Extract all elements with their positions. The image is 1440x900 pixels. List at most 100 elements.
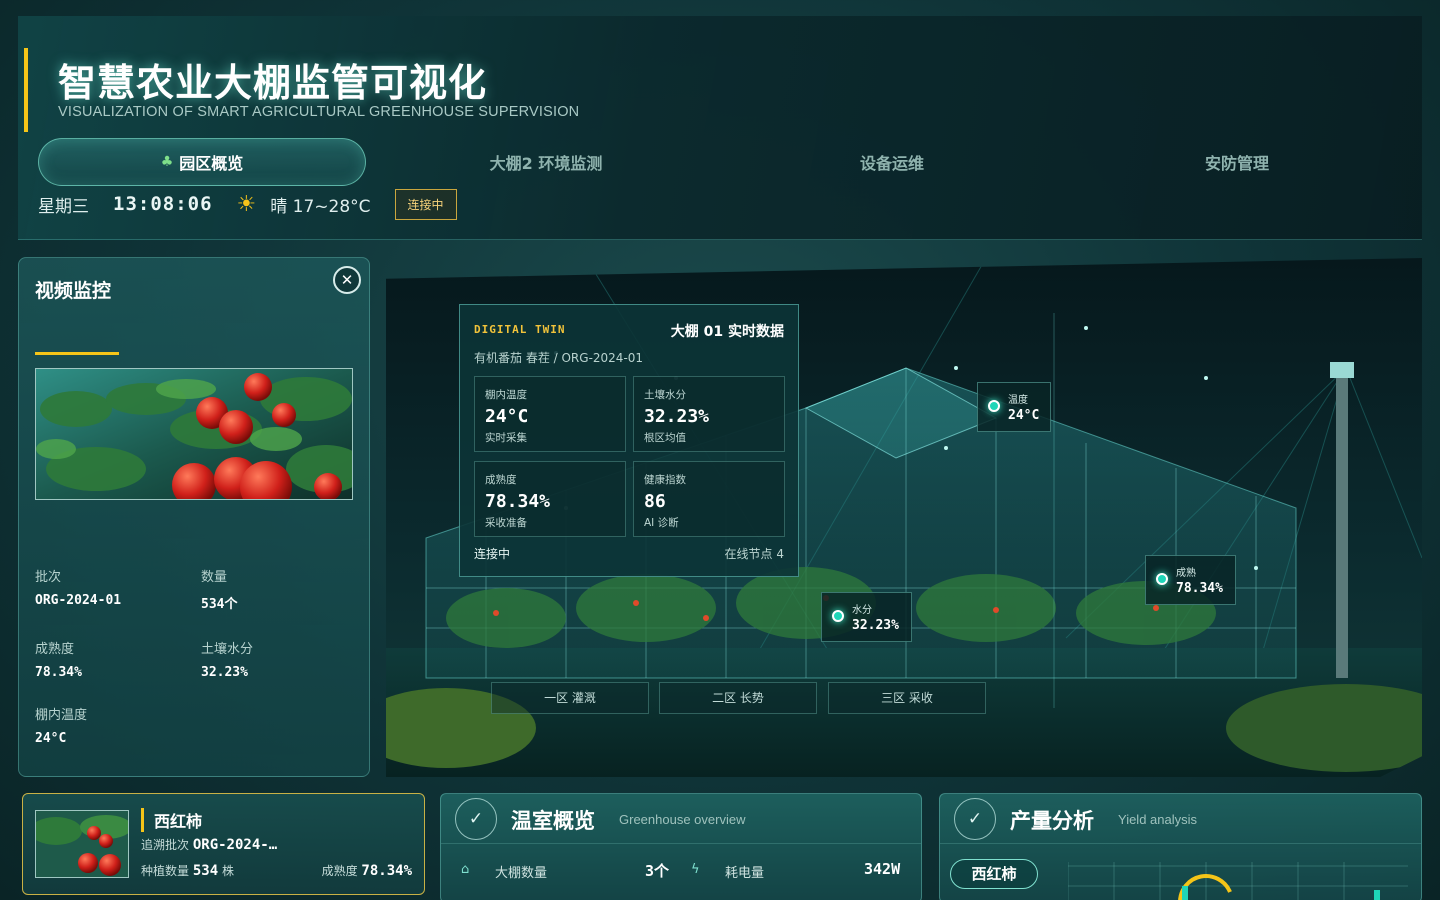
sensor-chip-ripeness[interactable]: 成熟 78.34% xyxy=(1145,555,1236,605)
tab-label: 大棚2 环境监测 xyxy=(489,154,603,173)
info-quantity: 数量 534个 xyxy=(201,566,361,612)
twin-subtitle: 有机番茄 春茬 / ORG-2024-01 xyxy=(474,351,644,365)
header-accent-bar xyxy=(24,48,28,132)
ripe-label: 成熟度 xyxy=(321,864,358,878)
connection-badge: 连接中 xyxy=(394,188,457,220)
power-usage-value: 342W xyxy=(864,860,901,878)
panel-header: ✓ 温室概览 Greenhouse overview xyxy=(441,794,921,844)
metric-ripeness: 成熟度 78.34% 采收准备 xyxy=(474,461,626,537)
panel-title: 温室概览 xyxy=(511,809,595,833)
metric-value: 24°C xyxy=(485,406,529,427)
tab-park-overview[interactable]: ♣ 园区概览 xyxy=(38,138,366,186)
info-value: ORG-2024-01 xyxy=(35,593,122,608)
metric-note: 根区均值 xyxy=(644,432,686,444)
tab-label: 园区概览 xyxy=(179,154,244,173)
yield-chart-area xyxy=(1068,862,1408,900)
bolt-icon: ϟ xyxy=(691,862,700,877)
metric-note: 采收准备 xyxy=(485,517,527,529)
panel-title-en: Yield analysis xyxy=(1118,812,1198,827)
tab-label: 安防管理 xyxy=(1204,154,1269,173)
video-feed[interactable] xyxy=(35,368,353,500)
metric-value: 86 xyxy=(644,491,666,512)
tab-device-ops[interactable]: 设备运维 xyxy=(728,138,1056,186)
chip-label: 成熟 xyxy=(1176,568,1196,579)
info-label: 土壤水分 xyxy=(201,642,254,657)
yield-analysis-panel: ✓ 产量分析 Yield analysis 西红柿 xyxy=(939,793,1422,900)
info-label: 成熟度 xyxy=(35,642,75,657)
tab-label: 设备运维 xyxy=(859,154,924,173)
info-indoor-temp: 棚内温度 24°C xyxy=(35,704,195,746)
info-soil-moisture: 土壤水分 32.23% xyxy=(201,638,361,680)
greenhouse-count-label: 大棚数量 xyxy=(495,866,548,881)
crop-count-line: 种植数量 534 株 xyxy=(141,862,234,879)
metric-label: 土壤水分 xyxy=(644,389,686,401)
crop-thumbnail xyxy=(35,810,129,878)
chip-label: 温度 xyxy=(1008,395,1028,406)
crop-selector-pill[interactable]: 西红柿 xyxy=(950,859,1038,889)
trace-value: ORG-2024-… xyxy=(192,837,278,853)
zone-growth[interactable]: 二区 长势 xyxy=(659,682,817,714)
sensor-chip-temperature[interactable]: 温度 24°C xyxy=(977,382,1051,432)
info-batch: 批次 ORG-2024-01 xyxy=(35,566,195,608)
panel-title-en: Greenhouse overview xyxy=(619,812,746,827)
title-underline xyxy=(35,352,119,355)
info-value: 32.23% xyxy=(201,665,248,680)
power-usage-label: 耗电量 xyxy=(725,866,765,881)
crop-card[interactable]: 西红柿 追溯批次 ORG-2024-… 种植数量 534 株 成熟度 78.34… xyxy=(22,793,425,895)
zone-harvest[interactable]: 三区 采收 xyxy=(828,682,986,714)
home-icon: ⌂ xyxy=(461,862,470,877)
tab-security[interactable]: 安防管理 xyxy=(1073,138,1401,186)
close-icon[interactable]: ✕ xyxy=(333,266,361,294)
greenhouse-overview-panel: ✓ 温室概览 Greenhouse overview ⌂ 大棚数量 3个 ϟ 耗… xyxy=(440,793,922,900)
info-value: 534个 xyxy=(201,597,238,612)
panel-title: 视频监控 xyxy=(35,280,112,302)
chip-value: 78.34% xyxy=(1176,581,1223,596)
sensor-dot-icon xyxy=(1156,573,1168,585)
info-label: 批次 xyxy=(35,570,62,585)
clock: 13:08:06 xyxy=(113,193,213,215)
metric-health-index: 健康指数 86 AI 诊断 xyxy=(633,461,785,537)
ripe-value: 78.34% xyxy=(361,863,412,879)
sensor-dot-icon xyxy=(832,610,844,622)
sun-icon: ☀ xyxy=(236,191,257,217)
panel-title: 产量分析 xyxy=(1010,809,1094,833)
sensor-dot-icon xyxy=(988,400,1000,412)
metric-soil-moisture: 土壤水分 32.23% 根区均值 xyxy=(633,376,785,452)
metric-label: 棚内温度 xyxy=(485,389,527,401)
weekday: 星期三 xyxy=(38,196,89,217)
metric-note: 实时采集 xyxy=(485,432,527,444)
page-subtitle: VISUALIZATION OF SMART AGRICULTURAL GREE… xyxy=(58,104,580,120)
chip-value: 32.23% xyxy=(852,618,899,633)
clover-icon: ♣ xyxy=(160,154,174,170)
tomato-plant-image xyxy=(36,369,352,499)
info-ripeness: 成熟度 78.34% xyxy=(35,638,195,680)
trace-label: 追溯批次 xyxy=(141,838,190,852)
status-row: 星期三 13:08:06 ☀ 晴 17~28°C 连接中 xyxy=(38,188,457,220)
metric-value: 78.34% xyxy=(485,491,551,512)
metric-value: 32.23% xyxy=(644,406,710,427)
digital-twin-card: DIGITAL TWIN 大棚 01 实时数据 有机番茄 春茬 / ORG-20… xyxy=(459,304,799,577)
info-value: 24°C xyxy=(35,731,67,746)
check-icon: ✓ xyxy=(954,798,996,840)
crop-trace-line: 追溯批次 ORG-2024-… xyxy=(141,836,277,853)
count-label: 种植数量 xyxy=(141,864,190,878)
metric-label: 健康指数 xyxy=(644,474,686,486)
weather-text: 晴 17~28°C xyxy=(270,196,371,217)
twin-heading: 大棚 01 实时数据 xyxy=(670,324,784,340)
info-value: 78.34% xyxy=(35,665,82,680)
panel-header: ✓ 产量分析 Yield analysis xyxy=(940,794,1421,844)
greenhouse-count-value: 3个 xyxy=(645,862,670,880)
sensor-chip-moisture[interactable]: 水分 32.23% xyxy=(821,592,912,642)
count-value: 534 xyxy=(192,863,219,879)
metric-note: AI 诊断 xyxy=(644,517,679,529)
twin-connection-status: 连接中 xyxy=(474,547,511,561)
zone-irrigation[interactable]: 一区 灌溉 xyxy=(491,682,649,714)
crop-name: 西红柿 xyxy=(141,808,202,832)
info-label: 数量 xyxy=(201,570,228,585)
metric-indoor-temp: 棚内温度 24°C 实时采集 xyxy=(474,376,626,452)
info-label: 棚内温度 xyxy=(35,708,88,723)
tab-greenhouse2-env[interactable]: 大棚2 环境监测 xyxy=(382,138,710,186)
twin-online-nodes: 在线节点 4 xyxy=(724,547,784,561)
crop-ripeness: 成熟度 78.34% xyxy=(322,862,412,879)
count-unit: 株 xyxy=(221,864,234,878)
